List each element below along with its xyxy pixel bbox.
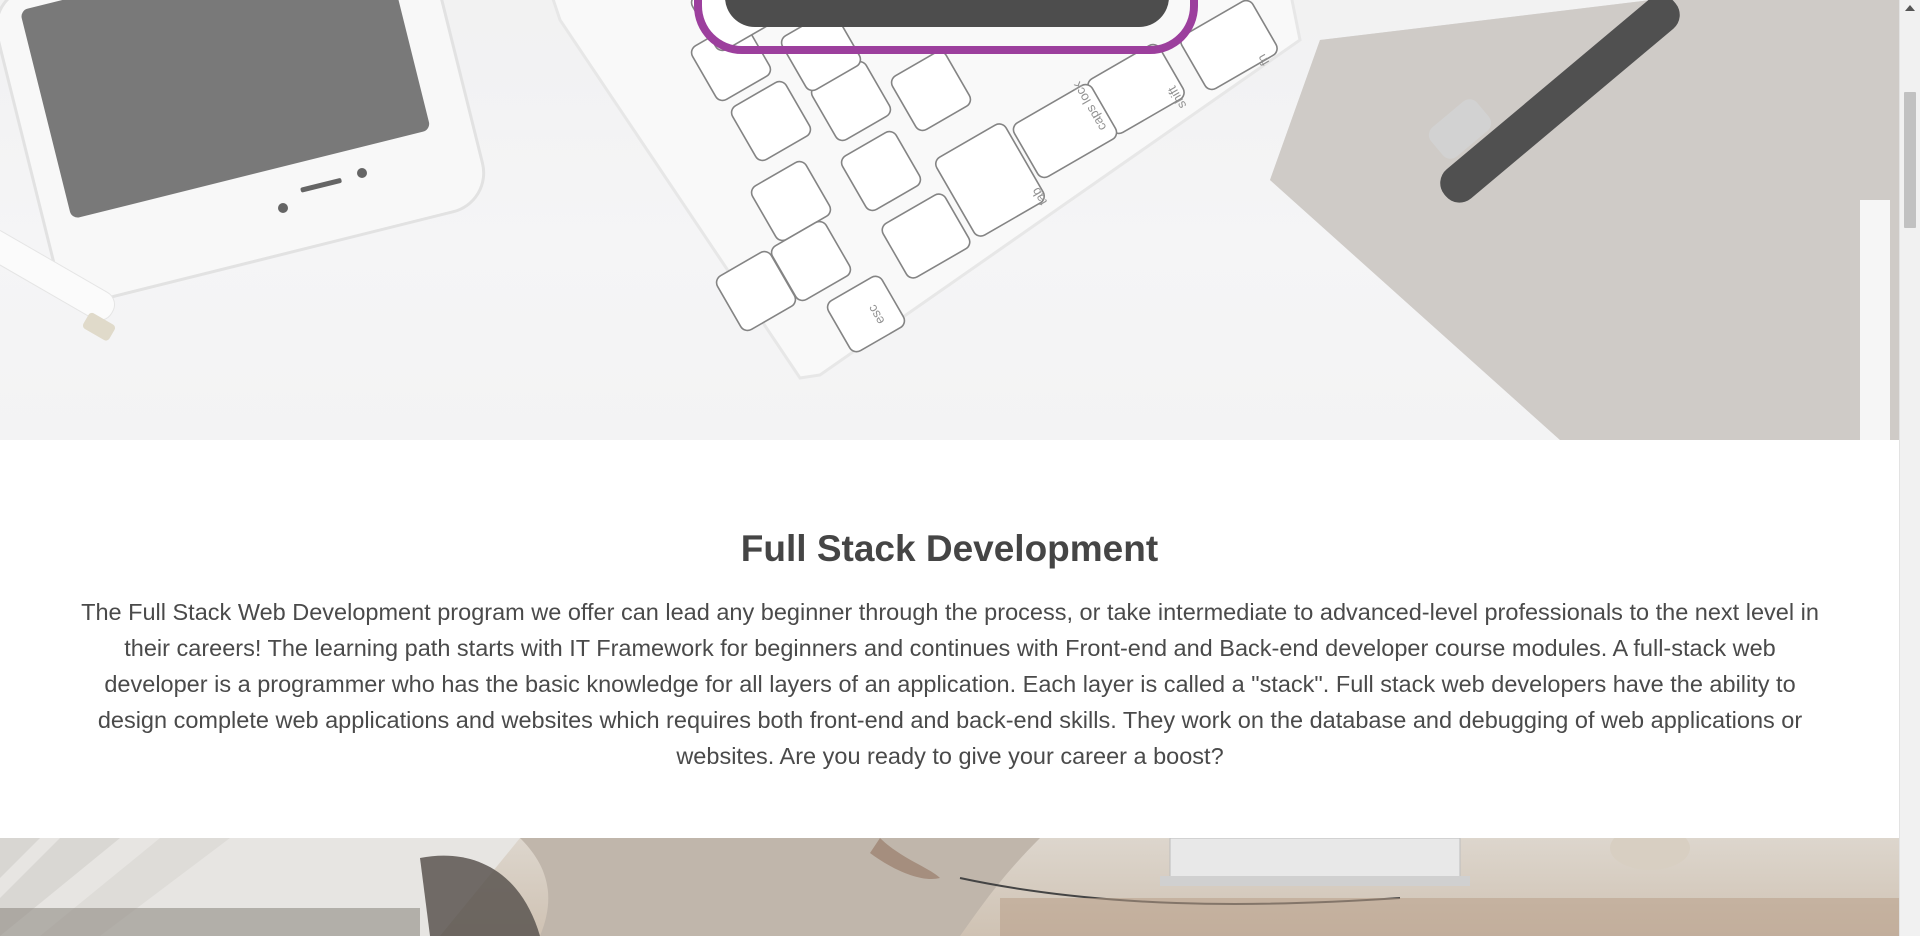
bottom-image	[0, 838, 1899, 936]
scrollbar-thumb[interactable]	[1904, 92, 1916, 228]
hero-overlay	[0, 0, 1899, 440]
section-title: Full Stack Development	[740, 528, 1159, 569]
chevron-up-icon[interactable]	[1905, 5, 1915, 11]
cta-button[interactable]	[725, 0, 1169, 27]
course-section: Full Stack Development The Full Stack We…	[0, 440, 1899, 838]
page: esc tab caps lock shift fn Full Stack De…	[0, 0, 1899, 936]
hero-image: esc tab caps lock shift fn	[0, 0, 1899, 440]
section-description: The Full Stack Web Development program w…	[81, 599, 1819, 769]
bottom-illustration	[0, 838, 1899, 936]
page-scrollbar[interactable]	[1899, 0, 1920, 936]
